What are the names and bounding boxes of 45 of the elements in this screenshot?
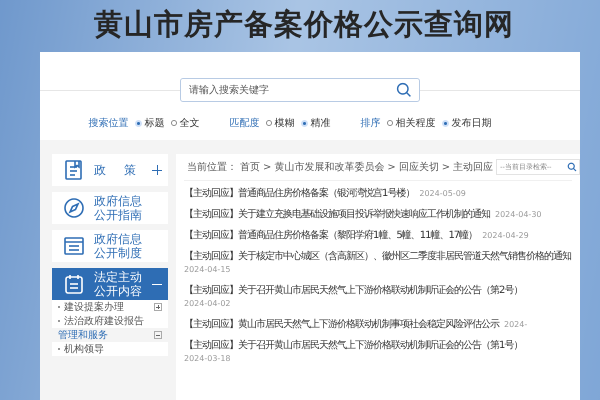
minus-icon[interactable] (154, 331, 162, 339)
sidebar-item[interactable]: 政 策 (52, 154, 168, 186)
compass-icon (62, 196, 86, 220)
plus-icon[interactable] (154, 303, 162, 311)
article-date: 2024-04-15 (184, 264, 230, 276)
search-field[interactable]: 请输入搜索关键字 (180, 78, 420, 102)
radio-option[interactable]: 全文 (170, 116, 200, 130)
breadcrumb-separator: > (387, 162, 396, 172)
option-label: 排序 (360, 116, 380, 130)
breadcrumb-link[interactable]: 黄山市发展和改革委员会 (274, 160, 384, 174)
breadcrumb-label: 当前位置： (187, 160, 237, 174)
search-icon[interactable] (396, 82, 412, 98)
article-link[interactable]: 【主动回应】关于核定市中心城区（含高新区）、徽州区二季度非居民管道天然气销售价格的通知 (184, 250, 571, 263)
radio-option[interactable]: 发布日期 (442, 116, 492, 130)
search-icon[interactable] (567, 162, 578, 172)
breadcrumb-separator: > (442, 162, 450, 172)
submenu-heading[interactable]: 管理和服务 (58, 328, 108, 342)
article-date: 2024-05-09 (419, 188, 466, 200)
option-label: 匹配度 (230, 116, 260, 130)
article-link[interactable]: 【主动回应】普通商品住房价格备案（银河湾悦宫1号楼） (184, 187, 414, 200)
breadcrumb-link[interactable]: 主动回应 (453, 160, 494, 174)
article-date: 2024-04-30 (495, 209, 542, 221)
radio-option[interactable]: 标题 (134, 116, 164, 130)
article-date: 2024- (504, 319, 528, 331)
radio-option[interactable]: 模糊 (266, 116, 294, 130)
article-link[interactable]: 【主动回应】关于召开黄山市居民天然气上下游价格联动机制听证会的公告（第1号） (184, 339, 522, 352)
article-date: 2024-04-29 (482, 230, 529, 242)
site-title: 黄山市房产备案价格公示查询网 (94, 6, 514, 43)
article-link[interactable]: 【主动回应】黄山市居民天然气上下游价格联动机制事项社会稳定风险评估公示 (184, 318, 499, 331)
article-link[interactable]: 【主动回应】关于建立充换电基础设施项目投诉举报快速响应工作机制的通知 (184, 208, 490, 221)
breadcrumb-separator: > (263, 162, 272, 172)
radio-option[interactable]: 精准 (300, 116, 330, 130)
breadcrumb-link[interactable]: 首页 (240, 160, 260, 174)
calendar-icon (62, 272, 86, 296)
article-link[interactable]: 【主动回应】关于召开黄山市居民天然气上下游价格联动机制听证会的公告（第2号） (184, 284, 522, 297)
article-link[interactable]: 【主动回应】普通商品住房价格备案（黎阳学府1幢、5幢、11幢、17幢） (184, 229, 478, 242)
radio-option[interactable]: 相关程度 (386, 116, 436, 130)
sidebar-item[interactable]: 法定主动公开内容 (52, 268, 168, 300)
list-icon (62, 234, 86, 258)
article-date: 2024-03-18 (184, 353, 230, 365)
sidebar-item[interactable]: 政府信息公开指南 (52, 192, 168, 224)
sidebar-item[interactable]: 政府信息公开制度 (52, 230, 168, 262)
article-date: 2024-04-02 (184, 298, 230, 310)
option-label: 搜索位置 (88, 116, 128, 130)
breadcrumb-link[interactable]: 回应关切 (398, 160, 439, 174)
